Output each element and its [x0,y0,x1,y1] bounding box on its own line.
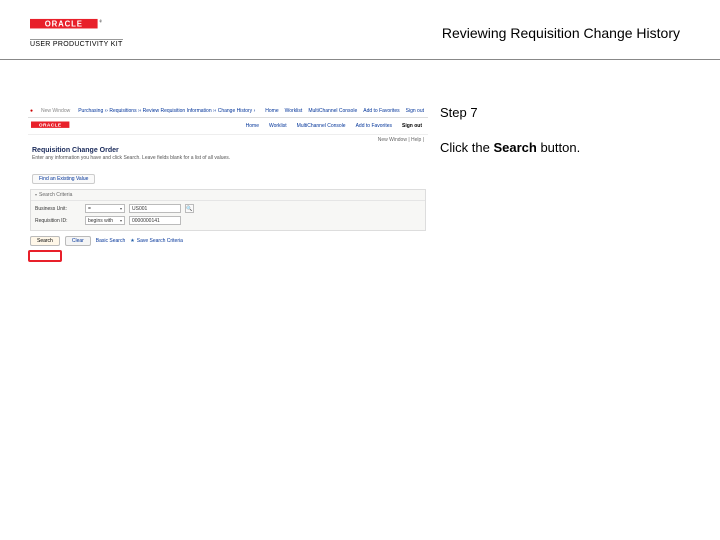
nav-signout[interactable]: Sign out [402,123,422,129]
highlight-search-button [28,250,62,262]
search-criteria-title[interactable]: Search Criteria [31,190,425,201]
svg-text:®: ® [99,19,102,23]
input-business-unit[interactable]: US001 [129,204,181,213]
upk-label: USER PRODUCTIVITY KIT [30,39,123,48]
app-topbar: ● New Window Purchasing ›› Requisitions … [28,105,428,118]
app-mini-icon: ● [30,108,33,114]
top-link-signout[interactable]: Sign out [406,108,424,114]
instruction-target: Search [493,140,536,155]
breadcrumb[interactable]: Purchasing ›› Requisitions ›› Review Req… [74,108,265,114]
op-business-unit[interactable]: =▾ [85,204,125,213]
nav-home[interactable]: Home [246,123,259,129]
label-requisition-id: Requisition ID: [35,218,81,224]
app-brand-row: ORACLE Home Worklist MultiChannel Consol… [28,118,428,135]
op-requisition-id[interactable]: begins with▾ [85,216,125,225]
oracle-logo: ORACLE ® [30,18,108,32]
step-number: Step 7 [440,105,690,120]
embedded-app-screenshot: ● New Window Purchasing ›› Requisitions … [28,105,428,260]
input-requisition-id[interactable]: 0000000141 [129,216,181,225]
page-title: Reviewing Requisition Change History [442,25,680,41]
nav-worklist[interactable]: Worklist [269,123,287,129]
clear-button[interactable]: Clear [65,236,91,246]
chevron-down-icon: ▾ [120,218,122,223]
top-link-mcc[interactable]: MultiChannel Console [308,108,357,114]
window-help-links[interactable]: New Window | Help | [28,135,428,145]
instruction-panel: Step 7 Click the Search button. [440,105,690,155]
tab-newwindow[interactable]: New Window [37,108,74,114]
action-row: Search Clear Basic Search Save Search Cr… [28,231,428,246]
step-instruction: Click the Search button. [440,140,690,155]
oracle-logo-block: ORACLE ® USER PRODUCTIVITY KIT [30,18,123,48]
instruction-prefix: Click the [440,140,493,155]
search-button[interactable]: Search [30,236,60,246]
svg-text:ORACLE: ORACLE [39,122,62,128]
app-brand-logo: ORACLE [28,121,79,132]
search-criteria-panel: Search Criteria Business Unit: =▾ US001 … [30,189,426,231]
nav-mcc[interactable]: MultiChannel Console [297,123,346,129]
basic-search-link[interactable]: Basic Search [96,238,125,244]
find-existing-value-tab[interactable]: Find an Existing Value [32,174,95,184]
nav-fav[interactable]: Add to Favorites [356,123,392,129]
svg-text:ORACLE: ORACLE [45,19,83,28]
label-business-unit: Business Unit: [35,206,81,212]
app-subheading: Enter any information you have and click… [28,154,428,167]
top-link-home[interactable]: Home [265,108,278,114]
app-heading: Requisition Change Order [28,145,428,154]
top-link-worklist[interactable]: Worklist [285,108,303,114]
save-search-link[interactable]: Save Search Criteria [130,238,183,244]
chevron-down-icon: ▾ [120,206,122,211]
instruction-suffix: button. [537,140,580,155]
top-link-fav[interactable]: Add to Favorites [363,108,399,114]
lookup-icon[interactable]: 🔍 [185,204,194,213]
